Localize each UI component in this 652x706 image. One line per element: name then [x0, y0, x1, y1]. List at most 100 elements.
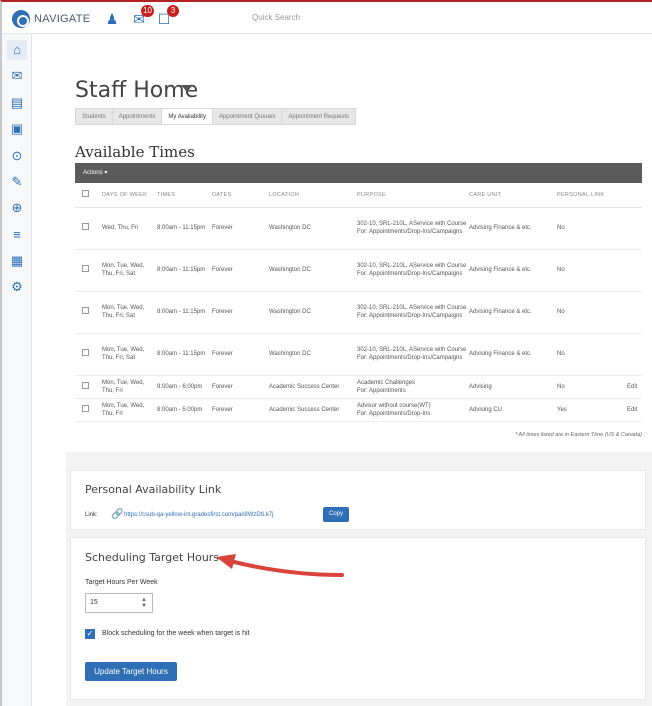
row-checkbox[interactable] [82, 404, 89, 412]
column-header[interactable]: DATES [212, 183, 269, 208]
column-header[interactable]: PURPOSE [357, 183, 469, 208]
dates-cell: Forever [212, 375, 269, 399]
column-header[interactable]: DAYS OF WEEK [102, 183, 157, 208]
table-row: Mon, Tue, Wed, Thu, Fri 9:00am - 6:00pm … [75, 375, 642, 399]
profile-card-icon[interactable]: ▤ [7, 93, 27, 113]
link-icon: 🔗 [111, 509, 124, 520]
days-cell: Mon, Tue, Wed, Thu, Fri, Sat [102, 249, 157, 292]
purpose-cell: 302-10, SRL-210L, AService with Course F… [357, 333, 469, 376]
care-unit-cell: Advising Finance & etc. [469, 333, 557, 376]
care-unit-cell: Advising CU [469, 398, 557, 422]
mail-count-badge: 10 [141, 5, 154, 17]
message-icon[interactable]: ✉ [7, 66, 27, 86]
table-row: Wed, Thu, Fri 8:00am - 11:15pm Forever W… [75, 207, 642, 250]
tab-appointment-requests[interactable]: Appointment Requests [281, 108, 357, 125]
personal-link-url[interactable]: https://csub-qa-yellow-int.gradesfirst.c… [124, 512, 273, 518]
row-checkbox[interactable] [82, 265, 89, 272]
care-unit-cell: Advising Finance & etc. [469, 249, 557, 292]
settings-icon[interactable]: ⚙ [7, 277, 27, 297]
dates-cell: Forever [212, 207, 269, 250]
table-row: Mon, Tue, Wed, Thu, Fri, Sat 8:00am - 11… [75, 333, 642, 376]
row-checkbox[interactable] [82, 349, 89, 356]
tab-my-availability[interactable]: My Availability [161, 108, 212, 125]
care-unit-cell: Advising Finance & etc. [469, 207, 557, 250]
times-cell: 8:00am - 11:15pm [157, 249, 212, 292]
location-cell: Washington DC [269, 333, 357, 376]
tab-students[interactable]: Students [75, 108, 112, 125]
block-scheduling-checkbox[interactable]: ✓ [85, 629, 95, 639]
tasks-icon[interactable]: ☐ 3 [155, 5, 179, 27]
table-row: Mon, Tue, Wed, Thu, Fri, Sat 8:00am - 11… [75, 291, 642, 334]
row-checkbox[interactable] [82, 381, 89, 389]
personal-link-cell: No [557, 375, 627, 399]
days-cell: Mon, Tue, Wed, Thu, Fri, Sat [102, 333, 157, 376]
personal-link-cell: No [557, 333, 627, 376]
column-header[interactable]: CARE UNIT [469, 183, 557, 208]
search-icon[interactable]: ⊕ [7, 198, 27, 218]
target-hours-label: Target Hours Per Week [85, 579, 158, 586]
sidebar: ⌂ ✉ ▤ ▣ ⊙ ✎ ⊕ ≡ ▦ ⚙ [2, 34, 32, 706]
tab-appointment-queues[interactable]: Appointment Queues [211, 108, 282, 125]
purpose-cell: Advisor without course(WT) For: Appointm… [357, 398, 469, 422]
location-cell: Washington DC [269, 207, 357, 250]
edit-link[interactable] [627, 207, 642, 250]
actions-menu[interactable]: Actions ▾ [75, 163, 642, 183]
stepper-icon[interactable]: ▲ ▼ [141, 597, 147, 609]
quick-search-input[interactable]: Quick Search [252, 13, 300, 22]
personal-link-cell: No [557, 249, 627, 292]
chevron-down-icon[interactable] [181, 85, 193, 92]
days-cell: Mon, Tue, Wed, Thu, Fri [102, 375, 157, 399]
care-unit-cell: Advising Finance & etc. [469, 291, 557, 334]
select-all-checkbox[interactable] [82, 190, 89, 198]
home-icon[interactable]: ⌂ [7, 40, 27, 60]
personal-link-cell: Yes [557, 398, 627, 422]
report-icon[interactable]: ▦ [7, 251, 27, 271]
column-header[interactable]: TIMES [157, 183, 212, 208]
table-row: Mon, Tue, Wed, Thu, Fri 8:00am - 5:00pm … [75, 398, 642, 422]
days-cell: Wed, Thu, Fri [102, 207, 157, 250]
copy-button[interactable]: Copy [323, 507, 349, 522]
location-cell: Academic Success Center [269, 375, 357, 399]
link-label: Link: [85, 512, 98, 518]
mail-icon[interactable]: ✉ 10 [130, 5, 154, 27]
annotation-arrow-icon [216, 554, 344, 577]
times-cell: 8:00am - 11:15pm [157, 291, 212, 334]
column-header[interactable]: PERSONAL LINK [557, 183, 627, 208]
table-row: Mon, Tue, Wed, Thu, Fri, Sat 8:00am - 11… [75, 249, 642, 292]
personal-link-cell: No [557, 291, 627, 334]
history-icon[interactable]: ⊙ [7, 146, 27, 166]
dates-cell: Forever [212, 333, 269, 376]
column-header[interactable]: LOCATION [269, 183, 357, 208]
page-title: Staff Home [75, 78, 199, 103]
times-cell: 8:00am - 5:00pm [157, 398, 212, 422]
edit-link[interactable] [627, 291, 642, 334]
edit-link[interactable] [627, 333, 642, 376]
edit-link[interactable] [627, 249, 642, 292]
dates-cell: Forever [212, 249, 269, 292]
target-hours-value: 15 [90, 599, 98, 606]
personal-link-cell: No [557, 207, 627, 250]
tab-appointments[interactable]: Appointments [111, 108, 162, 125]
navigate-logo-icon[interactable] [12, 10, 30, 28]
location-cell: Academic Success Center [269, 398, 357, 422]
people-icon[interactable]: ♟ [103, 11, 121, 27]
row-checkbox[interactable] [82, 223, 89, 230]
list-icon[interactable]: ≡ [7, 225, 27, 245]
location-cell: Washington DC [269, 249, 357, 292]
days-cell: Mon, Tue, Wed, Thu, Fri, Sat [102, 291, 157, 334]
purpose-cell: 302-10, SRL-210L, AService with Course F… [357, 207, 469, 250]
calendar-icon[interactable]: ▣ [7, 119, 27, 139]
target-hours-panel: Scheduling Target Hours Target Hours Per… [70, 537, 646, 700]
care-unit-cell: Advising [469, 375, 557, 399]
personal-link-heading: Personal Availability Link [85, 483, 222, 496]
times-cell: 8:00am - 11:15pm [157, 333, 212, 376]
edit-link[interactable]: Edit [627, 375, 642, 399]
pin-icon[interactable]: ✎ [7, 172, 27, 192]
purpose-cell: 302-10, SRL-210L, AService with Course F… [357, 291, 469, 334]
row-checkbox[interactable] [82, 307, 89, 314]
target-hours-input[interactable]: 15 ▲ ▼ [85, 593, 153, 613]
edit-link[interactable]: Edit [627, 398, 642, 422]
personal-link-panel: Personal Availability Link Link: 🔗 https… [70, 470, 646, 530]
update-target-hours-button[interactable]: Update Target Hours [85, 662, 177, 681]
tab-bar: Students Appointments My Availability Ap… [75, 108, 357, 125]
